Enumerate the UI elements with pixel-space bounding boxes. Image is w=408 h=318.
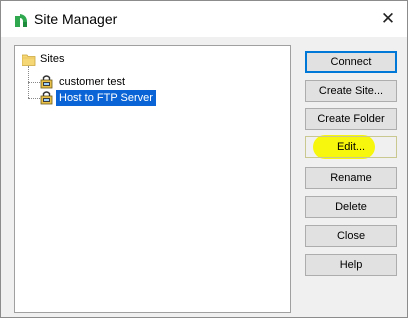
tree-line [28, 98, 40, 99]
tree-item-label: Sites [40, 53, 65, 65]
app-logo-icon [15, 14, 27, 27]
site-lock-icon [40, 91, 53, 105]
close-window-button[interactable]: ✕ [375, 7, 401, 31]
create-folder-button[interactable]: Create Folder [305, 108, 397, 130]
title-bar[interactable]: Site Manager ✕ [1, 1, 407, 37]
close-button[interactable]: Close [305, 225, 397, 247]
delete-button[interactable]: Delete [305, 196, 397, 218]
window-title: Site Manager [34, 11, 118, 27]
site-manager-window: Site Manager ✕ Sites customer test Host … [0, 0, 408, 318]
site-tree[interactable]: Sites customer test Host to FTP Server [14, 45, 291, 313]
tree-item-label: Host to FTP Server [56, 90, 156, 106]
edit-button[interactable]: Edit... [305, 136, 397, 158]
connect-button[interactable]: Connect [305, 51, 397, 73]
site-lock-icon [40, 75, 53, 89]
tree-line [28, 82, 40, 83]
close-icon: ✕ [380, 9, 396, 29]
dialog-body: Sites customer test Host to FTP Server C… [1, 37, 407, 317]
tree-item-label: customer test [59, 76, 126, 88]
folder-icon [22, 54, 36, 66]
create-site-button[interactable]: Create Site... [305, 80, 397, 102]
rename-button[interactable]: Rename [305, 167, 397, 189]
help-button[interactable]: Help [305, 254, 397, 276]
